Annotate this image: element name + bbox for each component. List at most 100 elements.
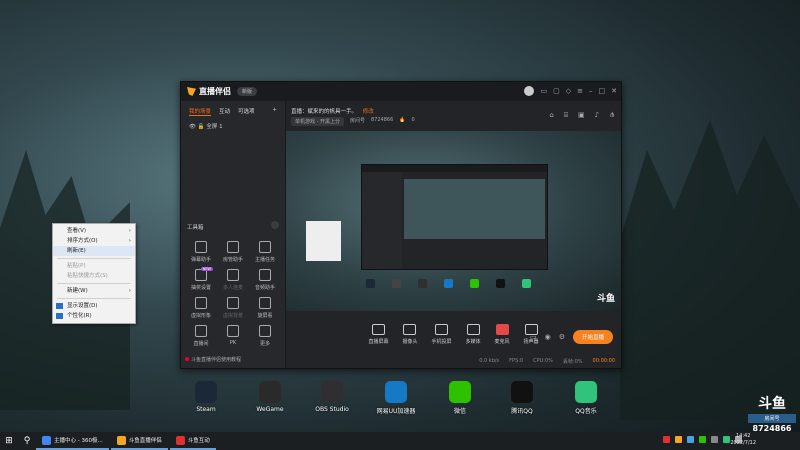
preview-inner-window [361,164,548,270]
source-control-button[interactable]: 手机投屏 [431,313,452,353]
tool-label: 虚拟背景 [222,313,243,319]
tray-icon[interactable] [699,436,706,443]
tool-label: 音频助手 [254,285,275,291]
context-menu-item[interactable]: 刷新(E) [53,246,135,256]
desktop-shortcut-icon [511,381,533,403]
tool-item[interactable]: 虚拟背景 [217,297,249,319]
taskbar-app[interactable]: 斗鱼互动 [169,432,216,450]
version-pill[interactable]: 新版 [237,87,258,96]
tab-interact[interactable]: 互动 [219,107,230,116]
context-menu-item[interactable]: 个性化(R) [53,311,135,321]
add-scene-icon[interactable]: + [272,107,277,116]
context-menu-item[interactable]: 新建(W) › [53,286,135,296]
tool-icon [227,269,239,281]
desktop-shortcut[interactable]: 网易UU加速器 [366,381,426,415]
tool-item[interactable]: 音频助手 [249,269,281,291]
tray-icon[interactable] [675,436,682,443]
source-control-button[interactable]: 麦克风 [495,313,510,353]
desktop-shortcut[interactable]: Steam [176,381,236,413]
more-dots-icon[interactable] [271,221,279,229]
taskbar-app-label: 斗鱼互动 [187,438,210,444]
share-icon[interactable]: ⋔ [609,111,615,120]
lock-icon[interactable]: 🔓 [198,124,205,130]
context-menu-item[interactable]: 查看(V) › [53,226,135,236]
chevron-right-icon: › [128,228,131,234]
source-control-button[interactable]: 摄像头 [402,313,417,353]
start-live-button[interactable]: 开始直播 [572,330,613,344]
personalize-icon [56,313,63,319]
search-icon[interactable]: ⚲ [18,432,36,450]
source-control-button[interactable]: 多媒体 [466,313,481,353]
bell-icon[interactable]: ♪ [595,111,599,120]
title-bar: 直播伴侣 新版 ▭ ▢ ◇ ≡ – □ ✕ [181,82,621,101]
shop-icon[interactable]: ⌸ [564,111,568,120]
live-companion-window: 直播伴侣 新版 ▭ ▢ ◇ ≡ – □ ✕ 我的场景 互动 可选项 + 👁 🔓 … [180,81,622,369]
edit-title-button[interactable]: 修改 [363,109,374,115]
fish-logo-icon [187,87,196,96]
tray-icon[interactable] [711,436,718,443]
desktop-shortcut-icon [385,381,407,403]
tool-item[interactable]: 多人连麦 [217,269,249,291]
tool-item[interactable]: 虚拟形象 [185,297,217,319]
settings-icon[interactable]: ⚙ [559,333,565,341]
context-menu-item[interactable]: 粘贴(P) [53,261,135,271]
tab-my-scenes[interactable]: 我的场景 [189,107,212,116]
preview-icon [444,279,453,288]
tool-item[interactable]: PK [217,325,249,347]
tray-icon[interactable] [723,436,730,443]
windows-start-icon[interactable]: ⊞ [0,432,18,450]
eye-icon[interactable]: 👁 [189,124,196,130]
close-icon[interactable]: ✕ [611,87,617,95]
badge-label: 房间号 [748,414,796,423]
desktop-shortcut[interactable]: 微信 [430,381,490,415]
tray-icon[interactable] [687,436,694,443]
message-icon[interactable]: ▭ [540,87,547,95]
stream-preview[interactable]: 斗鱼 [286,131,621,311]
scene-item[interactable]: 👁 🔓 全屏 1 [181,119,285,133]
chat-icon[interactable]: ▢ [553,87,560,95]
tray-icon[interactable] [663,436,670,443]
tool-label: 多人连麦 [222,285,243,291]
desktop-shortcut[interactable]: OBS Studio [302,381,362,413]
desktop-shortcut[interactable]: WeGame [240,381,300,413]
status-bar: 0.0 kb/s FPS:0 CPU:0% 丢帧:0% 00:00:00 [286,354,621,368]
context-menu-item[interactable]: 排序方式(O) › [53,236,135,246]
maximize-icon[interactable]: □ [599,87,606,95]
tool-item[interactable]: 主播任务 [249,241,281,263]
taskbar-app-icon [175,435,185,445]
taskbar-clock[interactable]: 14:42 2022/7/12 [730,433,756,447]
gift-icon[interactable]: ⌂ [549,111,553,120]
shirt-icon[interactable]: ◇ [566,87,571,95]
category-pill[interactable]: 单机游戏 - 开黑上分 [291,117,344,126]
taskbar-app[interactable]: 主播中心 - 360极... [36,432,109,450]
tab-options[interactable]: 可选项 [238,107,255,116]
context-menu-item[interactable]: 粘贴快捷方式(S) [53,271,135,281]
avatar[interactable] [524,86,535,96]
app-logo: 直播伴侣 [187,86,231,97]
camera-record-icon[interactable]: ▭ [530,333,537,341]
taskbar-app[interactable]: 斗鱼直播伴侣 [110,432,168,450]
tool-label: 直播间 [193,341,209,347]
context-menu-label: 显示设置(D) [67,303,98,309]
record-icon[interactable]: ▣ [578,111,585,120]
tool-item[interactable]: 直播间 [185,325,217,347]
tool-item[interactable]: 更多 [249,325,281,347]
minimize-icon[interactable]: – [589,87,593,95]
tool-item[interactable]: 房管助手 [217,241,249,263]
new-badge: NEW [200,267,213,271]
eye-icon[interactable]: ◉ [545,333,551,341]
tutorial-tip[interactable]: 斗鱼直播伴侣使用教程 [185,356,241,363]
menu-icon[interactable]: ≡ [577,87,583,95]
clock-date: 2022/7/12 [730,440,756,446]
context-menu-item[interactable]: 显示设置(D) [53,301,135,311]
tool-label: 抽奖设置 [190,285,211,291]
tool-item[interactable]: 旋屏看 [249,297,281,319]
desktop-shortcut-label: WeGame [256,406,284,413]
desktop-shortcut[interactable]: 腾讯QQ [492,381,552,415]
tool-item[interactable]: 弹幕助手 [185,241,217,263]
desktop-shortcut[interactable]: QQ音乐 [556,381,616,415]
tool-item[interactable]: NEW 抽奖设置 [185,267,217,291]
main-panel: 直播：赋来的的帆具一手。 修改 单机游戏 - 开黑上分 房间号 8724866 … [286,101,621,368]
source-control-button[interactable]: 直播屏幕 [368,313,388,353]
tool-icon [227,241,239,253]
